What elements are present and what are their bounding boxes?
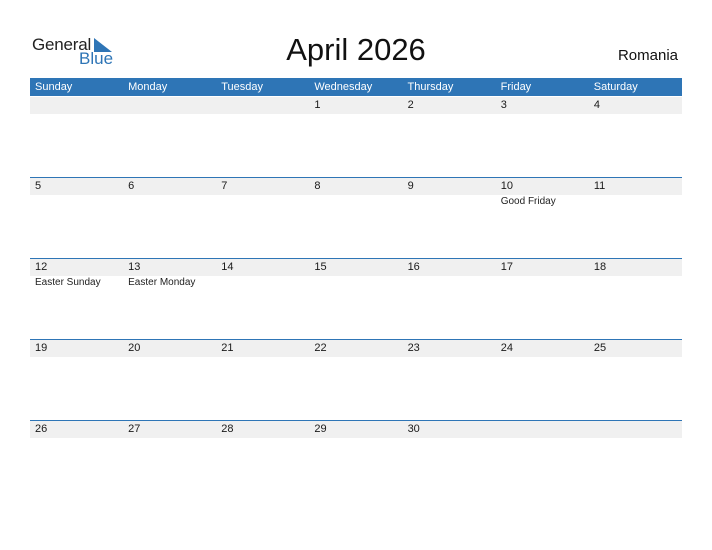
- day-number: 4: [593, 99, 600, 111]
- day-number: 19: [35, 342, 48, 354]
- weekday-sunday: Sunday: [35, 81, 73, 93]
- day-cell: 14: [216, 259, 309, 340]
- day-number: 9: [407, 180, 414, 192]
- day-cell: 5: [30, 178, 123, 259]
- day-number: 13: [128, 261, 141, 273]
- day-number: 6: [128, 180, 135, 192]
- day-number: 29: [314, 423, 327, 435]
- week-row: 12 Easter Sunday 13 Easter Monday 14 15 16 17 18: [30, 258, 682, 340]
- day-number: 8: [314, 180, 321, 192]
- day-cell: 9: [403, 178, 496, 259]
- weekday-thursday: Thursday: [407, 81, 454, 93]
- day-number: 14: [221, 261, 234, 273]
- day-cell: 2: [403, 97, 496, 178]
- day-number: 23: [407, 342, 420, 354]
- weekday-monday: Monday: [128, 81, 168, 93]
- day-number: 11: [593, 180, 606, 192]
- day-cell: 12 Easter Sunday: [30, 259, 123, 340]
- day-cell: 21: [216, 340, 309, 421]
- day-cell: 24: [496, 340, 589, 421]
- day-cell: 4: [589, 97, 682, 178]
- week-row: 26 27 28 29 30: [30, 420, 682, 502]
- day-number: 15: [314, 261, 327, 273]
- holiday-label: Good Friday: [500, 196, 556, 207]
- day-number: 16: [407, 261, 420, 273]
- day-cell: 23: [403, 340, 496, 421]
- day-cell: 7: [216, 178, 309, 259]
- day-number: 21: [221, 342, 234, 354]
- day-number: 12: [35, 261, 48, 273]
- day-cell: 30: [403, 421, 496, 502]
- day-cell: 16: [403, 259, 496, 340]
- holiday-label: Easter Monday: [128, 277, 196, 288]
- day-number: 2: [407, 99, 414, 111]
- day-cell: [123, 97, 216, 178]
- day-cell: 26: [30, 421, 123, 502]
- day-number: 5: [35, 180, 42, 192]
- day-cell: 13 Easter Monday: [123, 259, 216, 340]
- day-number: 7: [221, 180, 228, 192]
- day-cell: 3: [496, 97, 589, 178]
- day-cell: [589, 421, 682, 502]
- day-number: 22: [314, 342, 327, 354]
- day-cell: 22: [309, 340, 402, 421]
- week-row: 5 6 7 8 9 10 Good Friday 11: [30, 177, 682, 259]
- day-number: 17: [500, 261, 513, 273]
- day-cell: 29: [309, 421, 402, 502]
- day-number: 10: [500, 180, 513, 192]
- day-cell: 11: [589, 178, 682, 259]
- day-number: 25: [593, 342, 607, 354]
- day-cell: [496, 421, 589, 502]
- week-row: 1 2 3 4: [30, 97, 682, 178]
- day-cell: 15: [309, 259, 402, 340]
- day-cell: 18: [589, 259, 682, 340]
- country-label: Romania: [617, 47, 678, 64]
- day-number: 27: [128, 423, 141, 435]
- day-number: 20: [128, 342, 141, 354]
- day-cell: 27: [123, 421, 216, 502]
- day-cell: 17: [496, 259, 589, 340]
- weekday-friday: Friday: [500, 81, 532, 93]
- day-number: 28: [221, 423, 234, 435]
- day-cell: 8: [309, 178, 402, 259]
- weekday-wednesday: Wednesday: [314, 81, 373, 93]
- day-cell: 20: [123, 340, 216, 421]
- day-cell: 19: [30, 340, 123, 421]
- week-row: 19 20 21 22 23 24 25: [30, 339, 682, 421]
- day-cell: [30, 97, 123, 178]
- day-number: 18: [593, 261, 607, 273]
- weekday-header: Sunday Monday Tuesday Wednesday Thursday…: [30, 78, 682, 96]
- day-number: 3: [500, 99, 507, 111]
- day-cell: [216, 97, 309, 178]
- day-cell: 10 Good Friday: [496, 178, 589, 259]
- weekday-saturday: Saturday: [593, 81, 638, 93]
- weekday-tuesday: Tuesday: [221, 81, 264, 93]
- day-cell: 6: [123, 178, 216, 259]
- day-number: 30: [407, 423, 420, 435]
- day-cell: 25: [589, 340, 682, 421]
- holiday-label: Easter Sunday: [35, 277, 101, 288]
- day-number: 1: [314, 99, 321, 111]
- day-number: 26: [35, 423, 48, 435]
- day-cell: 28: [216, 421, 309, 502]
- day-cell: 1: [309, 97, 402, 178]
- day-number: 24: [500, 342, 513, 354]
- calendar-title: April 2026: [286, 32, 426, 67]
